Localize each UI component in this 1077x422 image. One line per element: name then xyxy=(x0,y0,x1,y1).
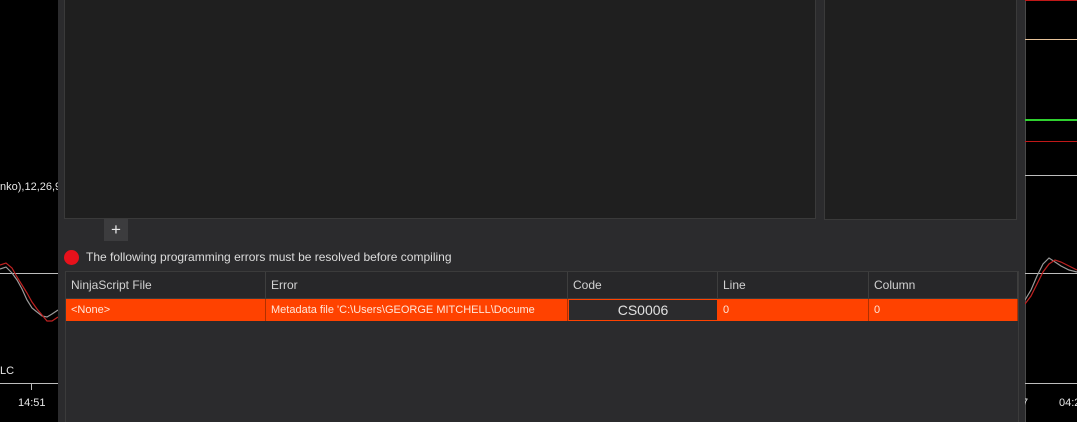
add-button[interactable]: + xyxy=(104,219,128,241)
error-message-bar: The following programming errors must be… xyxy=(64,249,452,265)
column-header-column[interactable]: Column xyxy=(869,272,1018,298)
table-row[interactable]: <None> Metadata file 'C:\Users\GEORGE MI… xyxy=(66,299,1018,321)
indicator-plot xyxy=(1025,257,1077,305)
indicator-plot xyxy=(0,262,58,322)
cell-column[interactable]: 0 xyxy=(869,299,1018,321)
column-header-file[interactable]: NinjaScript File xyxy=(66,272,266,298)
grid-header: NinjaScript File Error Code Line Column xyxy=(66,271,1018,299)
code-editor-pane[interactable] xyxy=(64,0,816,219)
ninjascript-editor: + The following programming errors must … xyxy=(58,0,1025,422)
time-axis xyxy=(1025,383,1077,384)
chart-right-panel: 7 04:2 xyxy=(1025,0,1077,422)
chart-left-panel: nko),12,26,9 LC 14:51 xyxy=(0,0,58,422)
explorer-pane[interactable] xyxy=(824,0,1017,220)
cell-code[interactable]: CS0006 xyxy=(568,299,718,321)
column-header-line[interactable]: Line xyxy=(718,272,869,298)
price-level-line xyxy=(1025,39,1077,40)
error-grid: NinjaScript File Error Code Line Column … xyxy=(65,271,1019,422)
price-level-line xyxy=(1025,119,1077,121)
cell-file[interactable]: <None> xyxy=(66,299,266,321)
price-level-line xyxy=(1025,141,1077,142)
cell-line[interactable]: 0 xyxy=(718,299,869,321)
price-level-line xyxy=(1025,175,1077,176)
error-icon xyxy=(64,249,79,265)
column-header-error[interactable]: Error xyxy=(266,272,568,298)
price-level-line xyxy=(1025,0,1077,1)
indicator-label: nko),12,26,9 xyxy=(0,181,58,193)
cell-error[interactable]: Metadata file 'C:\Users\GEORGE MITCHELL\… xyxy=(266,299,568,321)
chart-border xyxy=(1025,0,1026,422)
chart-label: LC xyxy=(0,365,15,377)
error-message: The following programming errors must be… xyxy=(86,250,452,264)
time-tick xyxy=(31,384,32,390)
time-axis xyxy=(0,383,58,384)
time-axis-label: 7 xyxy=(1025,397,1029,409)
column-header-code[interactable]: Code xyxy=(568,272,718,298)
time-axis-label: 14:51 xyxy=(18,397,46,409)
time-axis-label: 04:2 xyxy=(1059,397,1077,409)
